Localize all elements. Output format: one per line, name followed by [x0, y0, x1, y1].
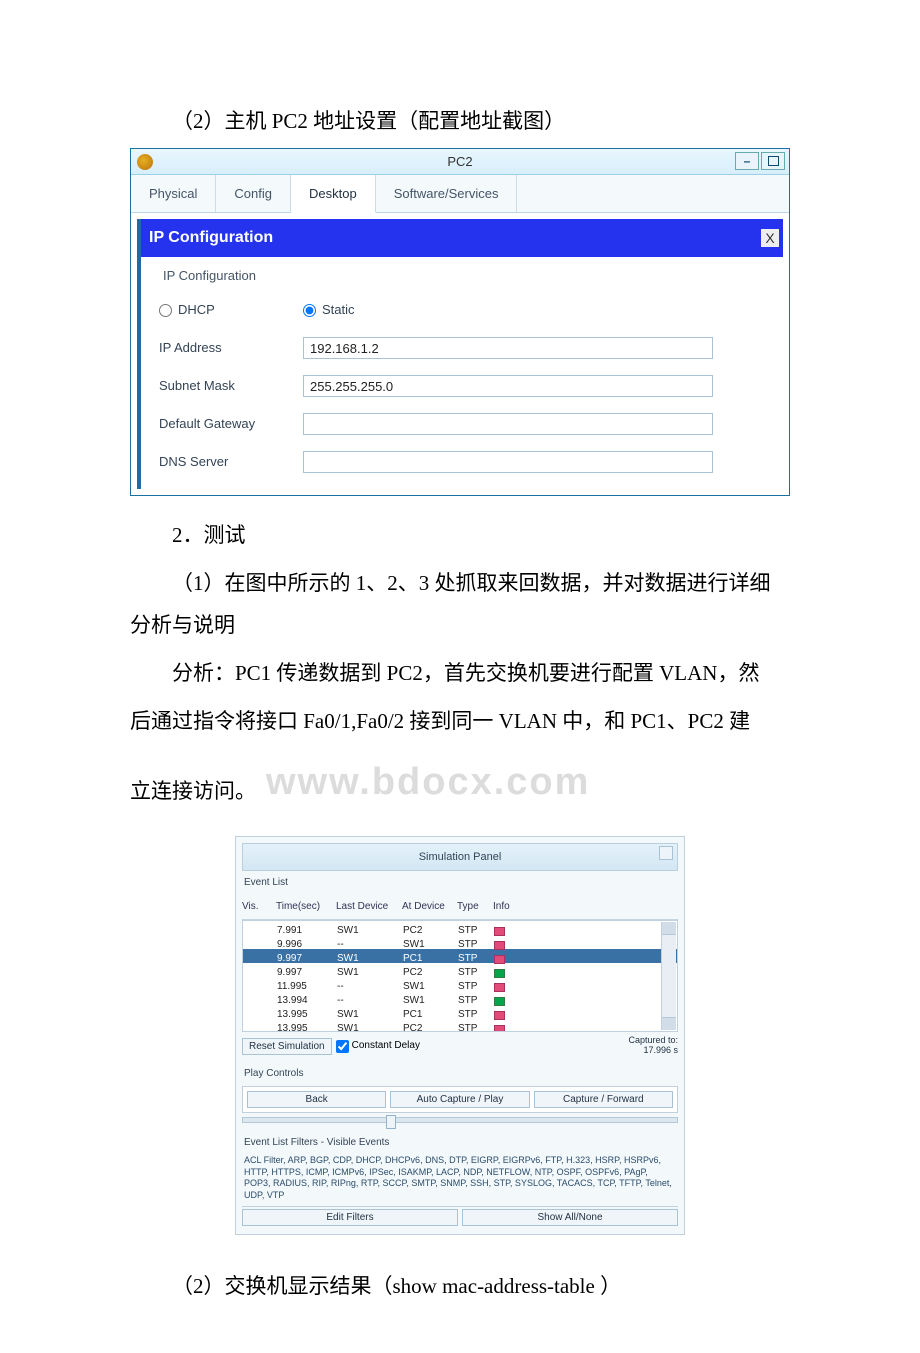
simulation-panel: Simulation Panel Event List Vis. Time(se…	[235, 836, 685, 1235]
constant-delay-label: Constant Delay	[352, 1036, 420, 1056]
event-row[interactable]: 13.995SW1PC1STP	[243, 1005, 677, 1019]
info-swatch	[494, 955, 505, 964]
ipconf-title: IP Configuration	[149, 222, 273, 254]
event-row[interactable]: 13.995SW1PC2STP	[243, 1019, 677, 1032]
static-radio[interactable]	[303, 304, 316, 317]
tab-software[interactable]: Software/Services	[376, 175, 518, 212]
event-row[interactable]: 11.995--SW1STP	[243, 977, 677, 991]
info-swatch	[494, 941, 505, 950]
info-swatch	[494, 1025, 505, 1033]
info-swatch	[494, 927, 505, 936]
heading-test: 2．测试	[130, 514, 790, 556]
filters-label: Event List Filters - Visible Events	[242, 1123, 678, 1155]
restore-button[interactable]	[761, 152, 785, 170]
capture-forward-button[interactable]: Capture / Forward	[534, 1091, 673, 1108]
default-gateway-input[interactable]	[303, 413, 713, 435]
auto-capture-button[interactable]: Auto Capture / Play	[390, 1091, 529, 1108]
filters-text: ACL Filter, ARP, BGP, CDP, DHCP, DHCPv6,…	[242, 1155, 678, 1206]
event-row[interactable]: 7.991SW1PC2STP	[243, 921, 677, 935]
static-label: Static	[322, 297, 355, 323]
captured-to: Captured to: 17.996 s	[628, 1036, 678, 1056]
titlebar: PC2 –	[131, 149, 789, 175]
subnet-mask-label: Subnet Mask	[153, 373, 303, 399]
reset-simulation-button[interactable]: Reset Simulation	[242, 1038, 332, 1055]
para-analysis-l1: 分析：PC1 传递数据到 PC2，首先交换机要进行配置 VLAN，然	[130, 652, 790, 694]
info-swatch	[494, 1011, 505, 1020]
window-title: PC2	[447, 149, 472, 175]
watermark: www.bdocx.com	[266, 744, 590, 820]
tabbar: Physical Config Desktop Software/Service…	[131, 175, 789, 213]
ipconf-header: IP Configuration X	[141, 219, 783, 257]
para-capture: （1）在图中所示的 1、2、3 处抓取来回数据，并对数据进行详细分析与说明	[130, 562, 790, 646]
sim-title: Simulation Panel	[242, 843, 678, 871]
pin-icon[interactable]	[659, 846, 673, 860]
edit-filters-button[interactable]: Edit Filters	[242, 1209, 458, 1226]
speed-slider[interactable]	[242, 1117, 678, 1123]
heading-show: （2）交换机显示结果（show mac-address-table ）	[130, 1265, 790, 1307]
play-controls-label: Play Controls	[242, 1058, 678, 1086]
tab-physical[interactable]: Physical	[131, 175, 216, 212]
event-list-header: Vis. Time(sec) Last Device At Device Typ…	[242, 895, 678, 920]
dhcp-radio[interactable]	[159, 304, 172, 317]
dns-server-label: DNS Server	[153, 449, 303, 475]
back-button[interactable]: Back	[247, 1091, 386, 1108]
para-analysis-l2: 后通过指令将接口 Fa0/1,Fa0/2 接到同一 VLAN 中，和 PC1、P…	[130, 700, 790, 742]
heading-pc2: （2）主机 PC2 地址设置（配置地址截图）	[130, 100, 790, 142]
para-analysis-tail: 立连接访问。	[130, 770, 256, 812]
constant-delay-checkbox[interactable]	[336, 1040, 349, 1053]
ip-configuration-panel: IP Configuration X IP Configuration DHCP…	[137, 219, 783, 489]
info-swatch	[494, 983, 505, 992]
info-swatch	[494, 969, 505, 978]
event-row[interactable]: 9.996--SW1STP	[243, 935, 677, 949]
dns-server-input[interactable]	[303, 451, 713, 473]
info-swatch	[494, 997, 505, 1006]
event-list-label: Event List	[242, 871, 678, 895]
event-row[interactable]: 9.997SW1PC1STP	[243, 949, 677, 963]
pc2-window: PC2 – Physical Config Desktop Software/S…	[130, 148, 790, 496]
tab-config[interactable]: Config	[216, 175, 291, 212]
close-icon[interactable]: X	[761, 229, 779, 247]
default-gateway-label: Default Gateway	[153, 411, 303, 437]
ip-address-label: IP Address	[153, 335, 303, 361]
minimize-button[interactable]: –	[735, 152, 759, 170]
ip-address-input[interactable]	[303, 337, 713, 359]
play-controls: Back Auto Capture / Play Capture / Forwa…	[242, 1086, 678, 1113]
tab-desktop[interactable]: Desktop	[291, 175, 376, 213]
dhcp-label: DHCP	[178, 297, 215, 323]
scrollbar[interactable]	[661, 922, 676, 1030]
subnet-mask-input[interactable]	[303, 375, 713, 397]
event-list[interactable]: 7.991SW1PC2STP9.996--SW1STP9.997SW1PC1ST…	[242, 920, 678, 1032]
app-icon	[137, 154, 153, 170]
ipconf-group-label: IP Configuration	[141, 257, 783, 291]
show-all-none-button[interactable]: Show All/None	[462, 1209, 678, 1226]
event-row[interactable]: 9.997SW1PC2STP	[243, 963, 677, 977]
event-row[interactable]: 13.994--SW1STP	[243, 991, 677, 1005]
